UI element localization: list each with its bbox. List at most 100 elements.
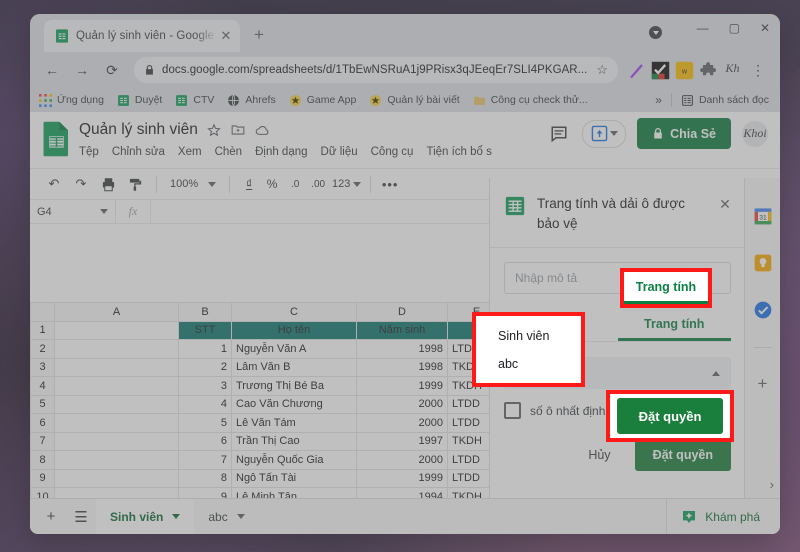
cell-a8[interactable] [54, 450, 179, 470]
menu-item-insert[interactable]: Chèn [215, 146, 243, 158]
share-button[interactable]: Chia Sẻ [637, 118, 731, 149]
redo-icon[interactable]: ↷ [69, 173, 93, 195]
cell-c2[interactable]: Nguyễn Văn A [231, 339, 357, 359]
profile-avatar-icon[interactable] [649, 26, 662, 39]
menu-item-tools[interactable]: Công cụ [371, 146, 414, 158]
keep-icon[interactable] [753, 253, 773, 273]
sheet-tab-abc[interactable]: abc [194, 499, 258, 535]
cell-c4[interactable]: Trương Thị Bé Ba [231, 376, 357, 396]
column-header-b[interactable]: B [178, 302, 232, 322]
tab-close-icon[interactable]: ✕ [218, 28, 234, 44]
cancel-button[interactable]: Hủy [572, 439, 626, 471]
browser-menu-icon[interactable]: ⋮ [746, 58, 770, 82]
cell-c5[interactable]: Cao Văn Chương [231, 394, 357, 414]
checkbox[interactable] [504, 402, 521, 420]
browser-tab[interactable]: Quản lý sinh viên - Google Trang ✕ [44, 20, 240, 52]
cell-b10[interactable]: 9 [178, 487, 232, 498]
back-icon[interactable]: ← [40, 58, 64, 82]
all-sheets-icon[interactable]: ☰ [66, 502, 96, 532]
avatar[interactable]: Khoi [742, 120, 768, 147]
dropdown-item-abc[interactable]: abc [498, 357, 581, 371]
cell-b1[interactable]: STT [178, 320, 232, 340]
more-options-icon[interactable]: ••• [380, 173, 400, 195]
cell-b5[interactable]: 4 [178, 394, 232, 414]
cell-b8[interactable]: 7 [178, 450, 232, 470]
row-header[interactable]: 5 [30, 394, 55, 414]
percent-format-icon[interactable]: % [262, 173, 282, 195]
cell-d10[interactable]: 1994 [356, 487, 448, 498]
maximize-icon[interactable]: ▢ [729, 22, 740, 34]
zoom-select[interactable]: 100% [166, 178, 220, 190]
sheet-dropdown-menu[interactable]: Sinh viên abc [472, 312, 585, 387]
row-header[interactable]: 2 [30, 339, 55, 359]
select-all-corner[interactable] [30, 302, 55, 322]
puzzle-extensions-icon[interactable] [699, 61, 718, 80]
present-button[interactable] [582, 119, 627, 148]
bookmarks-overflow-icon[interactable]: » [655, 93, 662, 107]
bookmark-item[interactable]: Ứng dụng [39, 93, 104, 107]
sheet-tab-sinh-vien[interactable]: Sinh viên [96, 498, 195, 534]
forward-icon[interactable]: → [70, 58, 94, 82]
tasks-icon[interactable] [753, 300, 773, 320]
row-header[interactable]: 8 [30, 450, 55, 470]
dropdown-item-sinh-vien[interactable]: Sinh viên [498, 329, 581, 343]
yellow-extension-icon[interactable]: w [675, 61, 694, 80]
menu-item-file[interactable]: Tệp [79, 146, 99, 158]
menu-item-view[interactable]: Xem [178, 146, 202, 158]
cell-a10[interactable] [54, 487, 179, 498]
cell-d8[interactable]: 2000 [356, 450, 448, 470]
row-header[interactable]: 9 [30, 468, 55, 488]
cell-a6[interactable] [54, 413, 179, 433]
bookmark-item[interactable]: Công cụ check thử... [473, 94, 588, 107]
set-permissions-button[interactable]: Đặt quyền [634, 439, 731, 472]
cell-a1[interactable] [54, 320, 179, 340]
menu-item-data[interactable]: Dữ liệu [321, 146, 358, 158]
bookmark-item[interactable]: CTV [175, 94, 214, 107]
account-initials-icon[interactable]: Kh [723, 61, 742, 80]
name-box[interactable]: G4 [30, 200, 116, 223]
cell-d1[interactable]: Năm sinh [356, 320, 448, 340]
row-header[interactable]: 1 [30, 320, 55, 340]
cell-c1[interactable]: Họ tên [231, 320, 357, 340]
increase-decimal-icon[interactable]: .00 [308, 173, 328, 195]
cell-a9[interactable] [54, 468, 179, 488]
cell-d4[interactable]: 1999 [356, 376, 448, 396]
column-header-c[interactable]: C [231, 302, 357, 322]
annotation-label-trang-tinh[interactable]: Trang tính [624, 272, 708, 304]
address-bar[interactable]: docs.google.com/spreadsheets/d/1TbEwNSRu… [134, 57, 618, 83]
cell-a4[interactable] [54, 376, 179, 396]
chevron-down-icon[interactable] [172, 514, 181, 519]
tab-trang-tinh[interactable]: Trang tính [617, 310, 731, 342]
cell-d6[interactable]: 2000 [356, 413, 448, 433]
decrease-decimal-icon[interactable]: .0 [285, 173, 305, 195]
column-header-d[interactable]: D [356, 302, 448, 322]
undo-icon[interactable]: ↶ [42, 173, 66, 195]
cell-c8[interactable]: Nguyễn Quốc Gia [231, 450, 357, 470]
menu-item-addons[interactable]: Tiện ích bổ s [426, 146, 491, 158]
cell-a2[interactable] [54, 339, 179, 359]
new-tab-button[interactable]: + [254, 26, 264, 43]
add-sheet-icon[interactable]: + [36, 502, 66, 532]
cell-b3[interactable]: 2 [178, 357, 232, 377]
bookmark-item[interactable]: Duyệt [117, 94, 162, 107]
row-header[interactable]: 6 [30, 413, 55, 433]
collapse-rail-icon[interactable]: › [770, 477, 774, 492]
chevron-down-icon[interactable] [236, 514, 245, 519]
cell-a3[interactable] [54, 357, 179, 377]
bookmark-item[interactable]: Game App [289, 94, 356, 107]
reading-list-button[interactable]: Danh sách đọc [681, 94, 769, 107]
cell-b7[interactable]: 6 [178, 431, 232, 451]
row-header[interactable]: 3 [30, 357, 55, 377]
bookmark-item[interactable]: Quản lý bài viết [369, 94, 460, 107]
cell-b4[interactable]: 3 [178, 376, 232, 396]
minimize-icon[interactable]: — [697, 22, 709, 34]
cell-b6[interactable]: 5 [178, 413, 232, 433]
number-format-icon[interactable]: 123 [331, 173, 351, 195]
cell-b2[interactable]: 1 [178, 339, 232, 359]
pen-extension-icon[interactable] [627, 61, 646, 80]
calendar-icon[interactable]: 31 [753, 206, 773, 226]
cell-c10[interactable]: Lê Minh Tân [231, 487, 357, 498]
row-header[interactable]: 4 [30, 376, 55, 396]
print-icon[interactable] [96, 173, 120, 195]
cell-b9[interactable]: 8 [178, 468, 232, 488]
